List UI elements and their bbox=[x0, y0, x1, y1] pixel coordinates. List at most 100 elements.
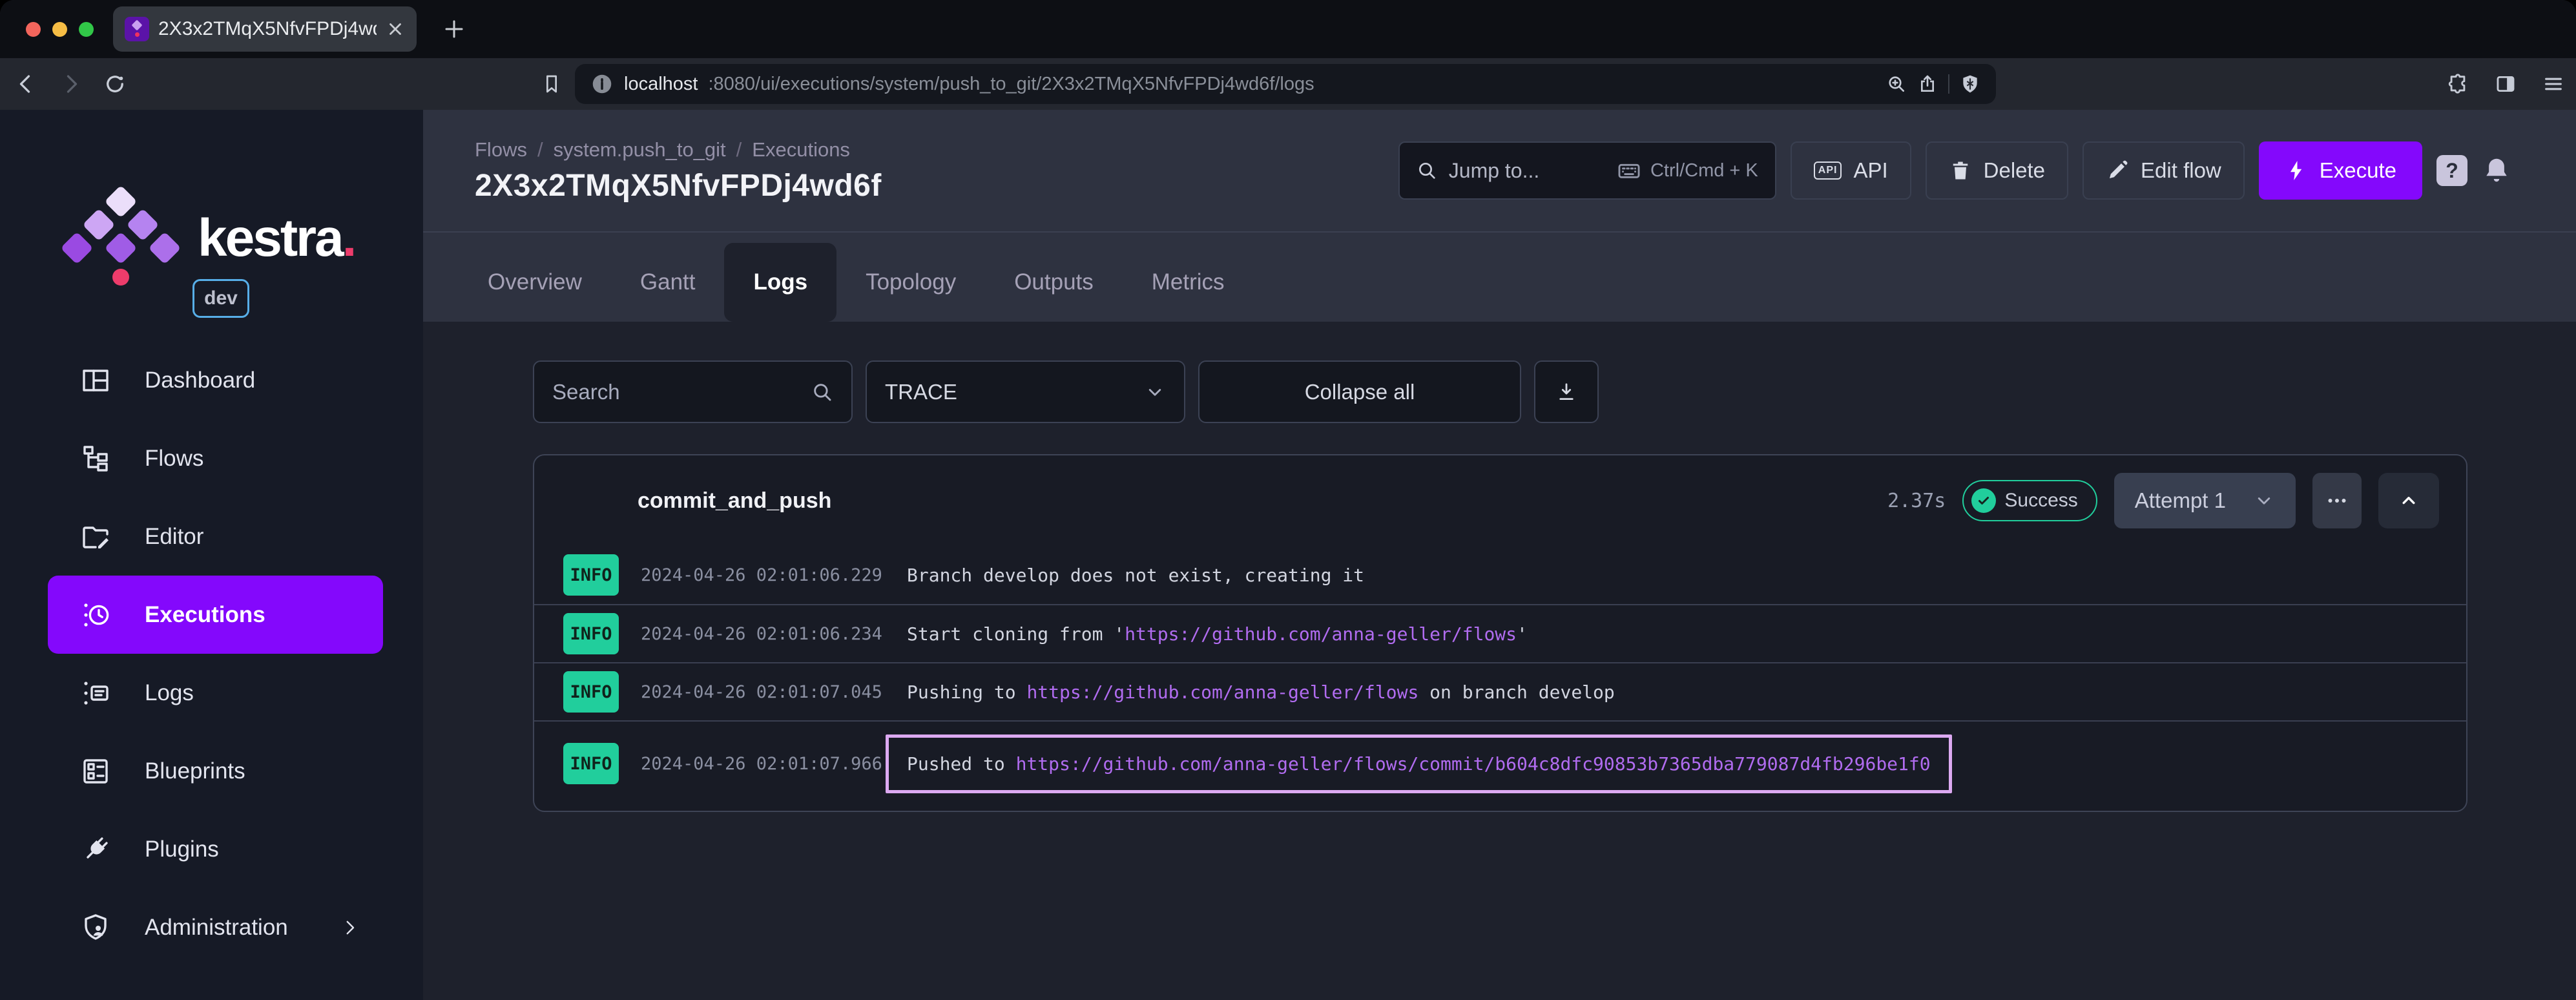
breadcrumb-item[interactable]: Executions bbox=[752, 138, 850, 161]
jump-to-shortcut: Ctrl/Cmd + K bbox=[1617, 158, 1758, 183]
log-rows: INFO 2024-04-26 02:01:06.229 Branch deve… bbox=[534, 546, 2466, 811]
log-timestamp: 2024-04-26 02:01:07.045 bbox=[641, 682, 882, 702]
api-button[interactable]: API API bbox=[1790, 141, 1911, 200]
notifications-bell-icon[interactable] bbox=[2482, 156, 2511, 185]
tab-outputs[interactable]: Outputs bbox=[985, 243, 1123, 322]
window-controls bbox=[26, 21, 94, 37]
close-tab-icon[interactable] bbox=[386, 19, 405, 39]
tab-logs[interactable]: Logs bbox=[724, 243, 837, 322]
forward-icon[interactable] bbox=[59, 72, 83, 96]
kestra-logo-icon bbox=[60, 185, 182, 291]
share-icon[interactable] bbox=[1917, 74, 1938, 94]
log-level-badge: INFO bbox=[563, 613, 619, 654]
breadcrumb-item[interactable]: Flows bbox=[475, 138, 527, 161]
sidebar-item-dashboard[interactable]: Dashboard bbox=[48, 341, 383, 419]
log-text: Start cloning from ' bbox=[907, 623, 1125, 645]
collapse-task-button[interactable] bbox=[2378, 473, 2439, 528]
browser-controls bbox=[2447, 73, 2564, 95]
sidebar-item-administration[interactable]: Administration bbox=[48, 888, 383, 966]
sidebar-panel-icon[interactable] bbox=[2495, 73, 2517, 95]
task-card-header: commit_and_push 2.37s Success Attempt 1 bbox=[534, 455, 2466, 546]
chevron-right-icon bbox=[339, 917, 361, 939]
trash-icon bbox=[1949, 159, 1972, 182]
zoom-in-icon[interactable] bbox=[1886, 74, 1907, 94]
breadcrumb: Flows / system.push_to_git / Executions bbox=[475, 138, 882, 161]
attempt-select[interactable]: Attempt 1 bbox=[2114, 473, 2296, 528]
browser-tab-strip: 2X3x2TMqX5NfvFPDj4wd6f | bbox=[0, 0, 2576, 58]
tab-topology[interactable]: Topology bbox=[836, 243, 985, 322]
log-text: Branch develop does not exist, creating … bbox=[907, 564, 1365, 586]
header-top: Flows / system.push_to_git / Executions 2X3x… bbox=[423, 110, 2576, 233]
log-search-field[interactable] bbox=[533, 360, 853, 423]
url-bar[interactable]: localhost:8080/ui/executions/system/push… bbox=[575, 64, 1996, 104]
check-circle-icon bbox=[1971, 488, 1997, 513]
log-timestamp: 2024-04-26 02:01:07.966 bbox=[641, 753, 882, 774]
execute-button[interactable]: Execute bbox=[2258, 141, 2422, 200]
new-tab-button[interactable] bbox=[442, 17, 466, 41]
log-level-badge: INFO bbox=[563, 743, 619, 784]
jump-to-button[interactable]: Jump to... Ctrl/Cmd + K bbox=[1398, 141, 1776, 200]
task-log-card: commit_and_push 2.37s Success Attempt 1 bbox=[533, 454, 2467, 812]
sidebar-item-editor[interactable]: Editor bbox=[48, 497, 383, 576]
maximize-window-button[interactable] bbox=[79, 21, 94, 37]
titles: Flows / system.push_to_git / Executions 2X3x… bbox=[475, 138, 882, 203]
dashboard-icon bbox=[80, 365, 111, 396]
download-logs-button[interactable] bbox=[1534, 360, 1599, 423]
reload-icon[interactable] bbox=[103, 72, 127, 96]
menu-icon[interactable] bbox=[2542, 73, 2564, 95]
delete-button[interactable]: Delete bbox=[1925, 141, 2069, 200]
search-icon bbox=[1417, 160, 1437, 181]
log-timestamp: 2024-04-26 02:01:06.234 bbox=[641, 623, 882, 644]
site-info-icon[interactable] bbox=[590, 72, 614, 96]
log-text: ' bbox=[1517, 623, 1528, 645]
keyboard-icon bbox=[1617, 158, 1641, 183]
log-text: on branch develop bbox=[1418, 681, 1615, 703]
log-link[interactable]: https://github.com/anna-geller/flows/com… bbox=[1016, 753, 1931, 775]
status-label: Success bbox=[2004, 490, 2078, 511]
browser-toolbar: localhost:8080/ui/executions/system/push… bbox=[0, 58, 2576, 110]
log-link[interactable]: https://github.com/anna-geller/flows bbox=[1125, 623, 1517, 645]
log-message: Start cloning from 'https://github.com/a… bbox=[907, 623, 1528, 645]
minimize-window-button[interactable] bbox=[52, 21, 67, 37]
blueprints-icon bbox=[80, 756, 111, 787]
log-link[interactable]: https://github.com/anna-geller/flows bbox=[1026, 682, 1418, 703]
lightning-bolt-icon bbox=[2285, 159, 2308, 182]
dots-horizontal-icon bbox=[2325, 489, 2349, 512]
status-badge: Success bbox=[1962, 480, 2097, 521]
log-level-select[interactable]: TRACE bbox=[866, 360, 1185, 423]
search-input[interactable] bbox=[552, 379, 811, 404]
jump-to-label: Jump to... bbox=[1448, 158, 1540, 182]
attempt-value: Attempt 1 bbox=[2134, 488, 2226, 512]
back-icon[interactable] bbox=[14, 72, 37, 96]
breadcrumb-separator: / bbox=[736, 138, 742, 161]
help-button[interactable]: ? bbox=[2436, 155, 2467, 186]
shield-badge-icon[interactable] bbox=[1960, 74, 1980, 94]
chevron-down-icon bbox=[1144, 381, 1166, 403]
tab-gantt[interactable]: Gantt bbox=[611, 243, 725, 322]
edit-flow-button[interactable]: Edit flow bbox=[2083, 141, 2245, 200]
tab-overview[interactable]: Overview bbox=[459, 243, 611, 322]
sidebar-item-flows[interactable]: Flows bbox=[48, 419, 383, 497]
close-window-button[interactable] bbox=[26, 21, 41, 37]
flows-icon bbox=[80, 443, 111, 474]
bookmark-icon[interactable] bbox=[541, 74, 562, 94]
sidebar-item-logs[interactable]: Logs bbox=[48, 654, 383, 732]
extensions-puzzle-icon[interactable] bbox=[2447, 73, 2469, 95]
chevron-up-icon bbox=[2398, 490, 2420, 512]
log-message: Pushed to https://github.com/anna-geller… bbox=[886, 734, 1952, 793]
browser-tab[interactable]: 2X3x2TMqX5NfvFPDj4wd6f | bbox=[113, 6, 417, 52]
log-timestamp: 2024-04-26 02:01:06.229 bbox=[641, 565, 882, 585]
tab-metrics[interactable]: Metrics bbox=[1123, 243, 1254, 322]
collapse-all-button[interactable]: Collapse all bbox=[1198, 360, 1521, 423]
url-host: localhost bbox=[624, 73, 698, 94]
sidebar-item-blueprints[interactable]: Blueprints bbox=[48, 732, 383, 810]
more-options-button[interactable] bbox=[2312, 473, 2362, 528]
breadcrumb-item[interactable]: system.push_to_git bbox=[554, 138, 726, 161]
sidebar-item-plugins[interactable]: Plugins bbox=[48, 810, 383, 888]
kestra-logo[interactable]: kestra. bbox=[60, 185, 357, 291]
editor-icon bbox=[80, 521, 111, 552]
header-actions: Jump to... Ctrl/Cmd + K API API Delete E… bbox=[1398, 141, 2511, 200]
sidebar-item-executions[interactable]: Executions bbox=[48, 576, 383, 654]
pencil-icon bbox=[2106, 159, 2129, 182]
log-row: INFO 2024-04-26 02:01:06.229 Branch deve… bbox=[534, 546, 2466, 604]
